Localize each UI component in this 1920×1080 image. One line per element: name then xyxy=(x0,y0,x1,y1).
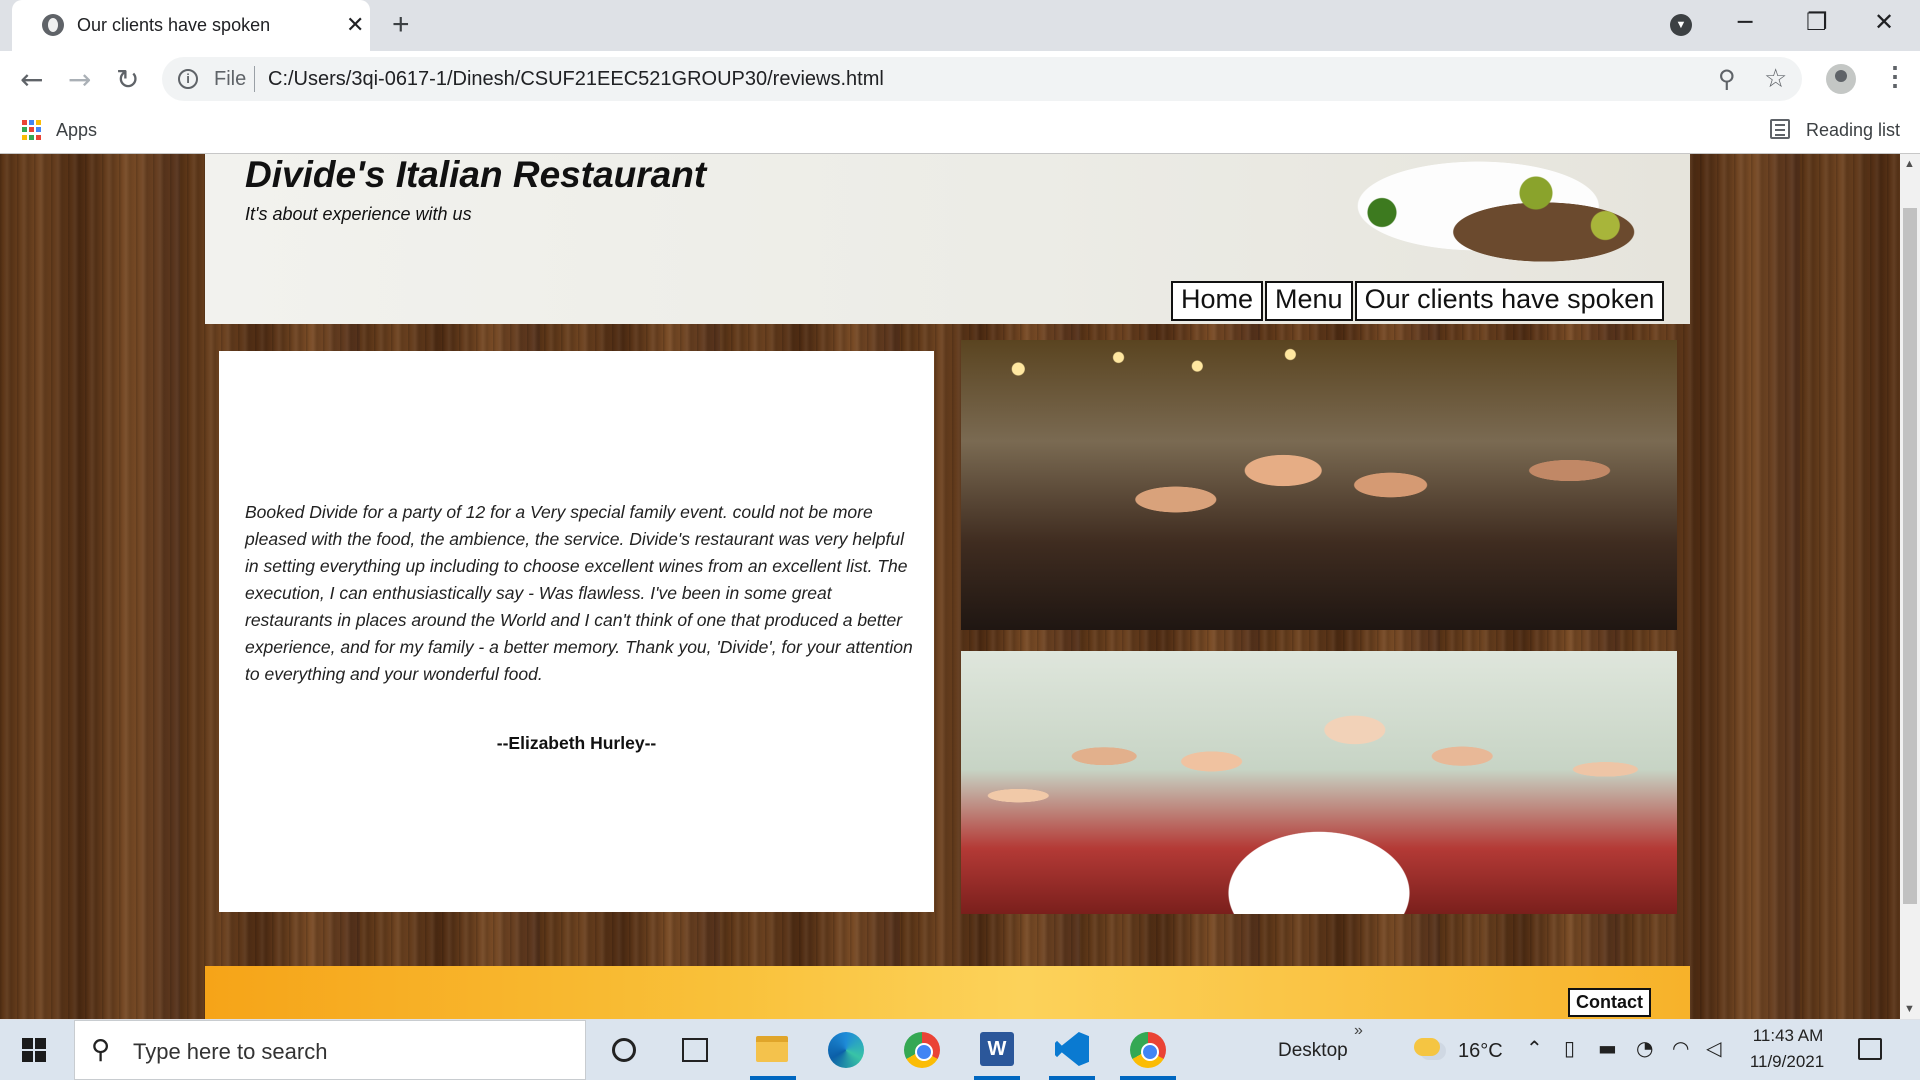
vscode-icon[interactable] xyxy=(1055,1032,1089,1066)
tab-search-icon[interactable]: ▼ xyxy=(1670,14,1692,36)
tab-reviews[interactable]: Our clients have spoken ✕ xyxy=(12,0,370,51)
bookmark-star-icon[interactable]: ☆ xyxy=(1764,63,1787,94)
reload-icon[interactable]: ↻ xyxy=(116,63,139,96)
network-icon[interactable]: ◔ xyxy=(1636,1036,1653,1060)
windows-start-icon[interactable] xyxy=(22,1038,46,1062)
apps-grid-icon[interactable] xyxy=(22,120,42,140)
nav-link-home[interactable]: Home xyxy=(1171,281,1264,321)
task-view-icon[interactable] xyxy=(682,1038,708,1062)
site-title: Divide's Italian Restaurant xyxy=(245,154,707,195)
bookmarks-bar: Apps Reading list xyxy=(0,106,1920,154)
browser-toolbar: ← → ↻ i File C:/Users/3qi-0617-1/Dinesh/… xyxy=(0,51,1920,106)
weather-icon[interactable] xyxy=(1414,1038,1440,1056)
family-celebration-photo xyxy=(961,651,1677,914)
zoom-icon[interactable]: ⚲ xyxy=(1718,65,1736,94)
close-window-icon[interactable]: ✕ xyxy=(1874,8,1894,36)
forward-icon[interactable]: → xyxy=(68,63,91,96)
volume-icon[interactable]: ◁ xyxy=(1706,1036,1721,1060)
globe-icon xyxy=(42,14,64,36)
file-explorer-icon[interactable] xyxy=(756,1036,788,1062)
review-author: --Elizabeth Hurley-- xyxy=(496,733,657,753)
site-nav: Home Menu Our clients have spoken xyxy=(1171,281,1665,321)
cortana-icon[interactable] xyxy=(612,1038,636,1062)
chrome-active-indicator xyxy=(1120,1076,1176,1080)
nav-link-menu[interactable]: Menu xyxy=(1265,281,1353,321)
review-card: Booked Divide for a party of 12 for a Ve… xyxy=(219,351,934,912)
notification-icon[interactable] xyxy=(1858,1038,1882,1060)
word-icon[interactable]: W xyxy=(980,1032,1014,1066)
url-separator xyxy=(254,66,255,92)
taskbar-search-box[interactable]: ⚲ Type here to search xyxy=(74,1020,586,1080)
close-tab-icon[interactable]: ✕ xyxy=(346,12,364,38)
new-tab-button[interactable]: + xyxy=(392,8,410,42)
url-text[interactable]: C:/Users/3qi-0617-1/Dinesh/CSUF21EEC521G… xyxy=(268,68,884,91)
scrollbar-thumb[interactable] xyxy=(1903,208,1917,904)
temperature[interactable]: 16°C xyxy=(1458,1040,1503,1063)
contact-link[interactable]: Contact xyxy=(1568,988,1651,1017)
site-tagline: It's about experience with us xyxy=(245,204,472,224)
vscode-active-indicator xyxy=(1049,1076,1095,1080)
nav-link-reviews[interactable]: Our clients have spoken xyxy=(1354,281,1665,321)
chrome-icon[interactable] xyxy=(904,1032,940,1068)
url-scheme: File xyxy=(214,68,247,90)
tab-strip: Our clients have spoken ✕ + ▼ ─ ❐ ✕ xyxy=(0,0,1920,51)
site-footer: Contact xyxy=(205,966,1690,1019)
tab-title: Our clients have spoken xyxy=(77,15,271,35)
profile-avatar-icon[interactable] xyxy=(1826,64,1856,94)
wifi-icon[interactable]: ◠ xyxy=(1672,1036,1689,1060)
search-icon: ⚲ xyxy=(91,1035,111,1065)
minimize-icon[interactable]: ─ xyxy=(1738,8,1752,36)
restore-icon[interactable]: ❐ xyxy=(1806,8,1828,36)
scroll-down-icon[interactable]: ▼ xyxy=(1904,1003,1915,1015)
desktop-toolbar-label[interactable]: Desktop xyxy=(1278,1040,1348,1062)
device-icon[interactable]: ▯ xyxy=(1564,1036,1575,1060)
page-viewport: Divide's Italian Restaurant It's about e… xyxy=(0,154,1900,1019)
reading-list-link[interactable]: Reading list xyxy=(1806,120,1900,141)
info-icon[interactable]: i xyxy=(178,69,198,89)
clock-time[interactable]: 11:43 AM xyxy=(1748,1026,1828,1046)
chevron-up-icon[interactable]: ⌃ xyxy=(1526,1036,1543,1060)
browser-menu-icon[interactable]: ⋮ xyxy=(1882,61,1908,92)
address-bar[interactable]: i File C:/Users/3qi-0617-1/Dinesh/CSUF21… xyxy=(162,57,1802,101)
back-icon[interactable]: ← xyxy=(20,63,43,96)
scroll-up-icon[interactable]: ▲ xyxy=(1904,158,1915,170)
taskbar: ⚲ Type here to search W Desktop » 16°C ⌃… xyxy=(0,1020,1920,1080)
header-food-image xyxy=(1305,154,1690,284)
word-active-indicator xyxy=(974,1076,1020,1080)
chevron-right-icon[interactable]: » xyxy=(1354,1022,1363,1040)
taskbar-search-placeholder: Type here to search xyxy=(133,1039,328,1064)
site-header: Divide's Italian Restaurant It's about e… xyxy=(205,154,1690,324)
clock-date[interactable]: 11/9/2021 xyxy=(1742,1052,1832,1072)
edge-icon[interactable] xyxy=(828,1032,864,1068)
reading-list-icon[interactable] xyxy=(1770,119,1790,139)
chrome-active-icon[interactable] xyxy=(1130,1032,1166,1068)
review-text: Booked Divide for a party of 12 for a Ve… xyxy=(245,502,913,684)
dinner-toast-photo xyxy=(961,340,1677,630)
page-scrollbar[interactable]: ▲ ▼ xyxy=(1900,154,1920,1019)
battery-icon[interactable]: ▬ xyxy=(1598,1036,1617,1060)
apps-link[interactable]: Apps xyxy=(56,120,97,141)
explorer-active-indicator xyxy=(750,1076,796,1080)
